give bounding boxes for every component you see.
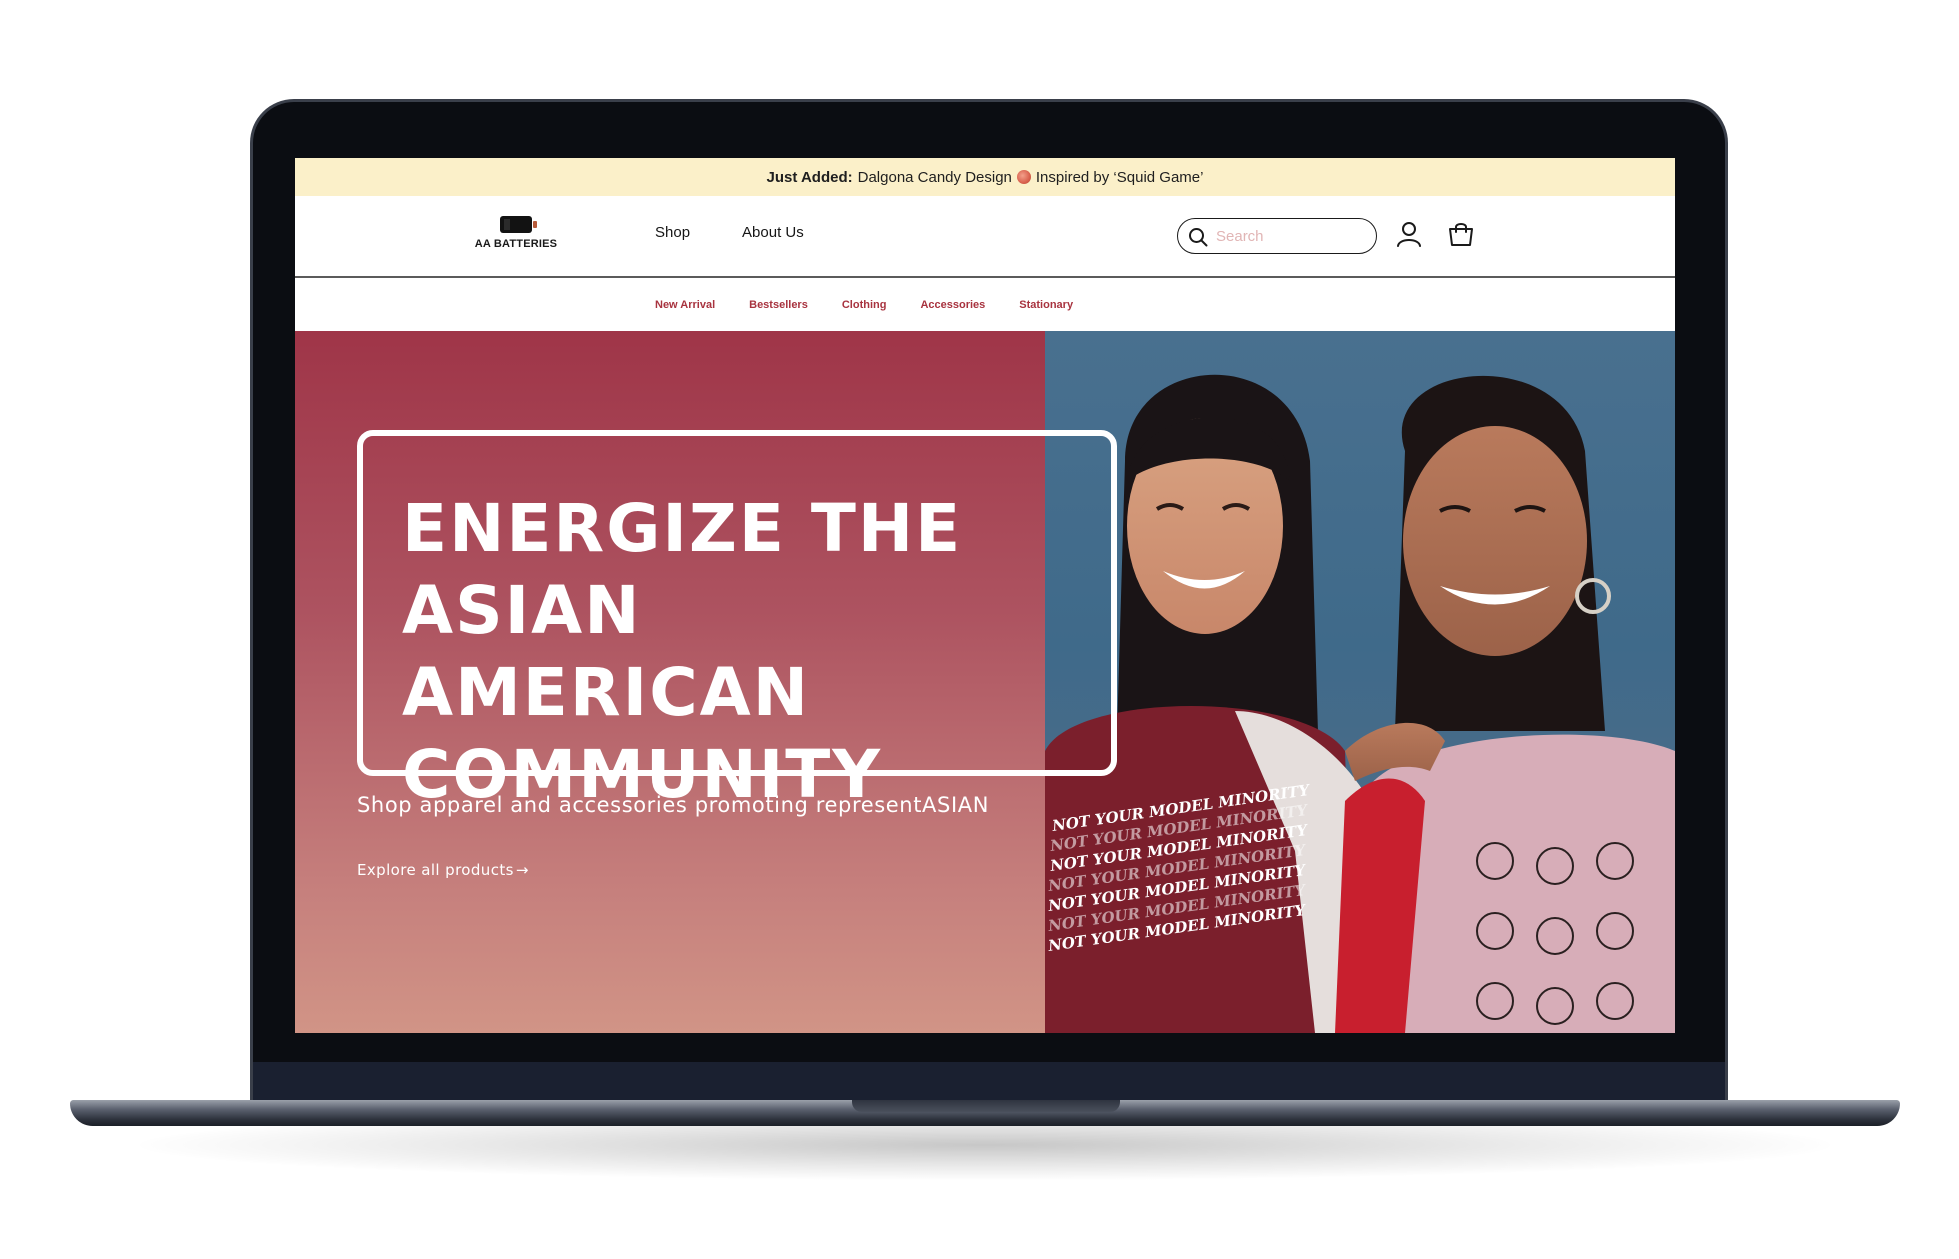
hero-subtitle: Shop apparel and accessories promoting r… [357, 793, 990, 817]
category-nav: New Arrival Bestsellers Clothing Accesso… [295, 278, 1675, 331]
arrow-right-icon: → [515, 861, 529, 879]
search-icon[interactable] [1188, 227, 1208, 247]
explore-products-label: Explore all products [357, 861, 514, 879]
site-header: AA BATTERIES Shop About Us [295, 196, 1675, 278]
account-icon[interactable] [1395, 220, 1423, 248]
shopping-bag-icon[interactable] [1447, 220, 1475, 248]
announcement-text: Dalgona Candy Design [857, 168, 1012, 186]
hero-photo-panel: NOT YOUR MODEL MINORITY NOT YOUR MODEL M… [1045, 331, 1675, 1033]
category-accessories[interactable]: Accessories [920, 299, 985, 311]
announcement-bold: Just Added: [766, 168, 853, 186]
search-input[interactable] [1214, 226, 1358, 246]
hero-title: ENERGIZE THE ASIAN AMERICAN COMMUNITY [402, 490, 963, 813]
explore-products-link[interactable]: Explore all products → [357, 861, 529, 879]
candy-icon [1016, 170, 1031, 184]
category-bestsellers[interactable]: Bestsellers [749, 299, 808, 311]
laptop-notch [852, 1100, 1120, 1112]
main-nav: Shop About Us [655, 224, 804, 241]
hero-photo: NOT YOUR MODEL MINORITY NOT YOUR MODEL M… [1045, 374, 1675, 1033]
category-stationary[interactable]: Stationary [1019, 299, 1073, 311]
search-box[interactable] [1177, 218, 1377, 254]
brand-logo[interactable]: AA BATTERIES [471, 212, 561, 262]
announcement-text-after: Inspired by ‘Squid Game’ [1035, 168, 1204, 186]
brand-name: AA BATTERIES [474, 238, 558, 250]
hero-banner: NOT YOUR MODEL MINORITY NOT YOUR MODEL M… [295, 331, 1675, 1033]
announcement-bar[interactable]: Just Added: Dalgona Candy Design Inspire… [295, 158, 1675, 196]
battery-icon [500, 216, 537, 233]
browser-screen: Just Added: Dalgona Candy Design Inspire… [295, 158, 1675, 1033]
category-clothing[interactable]: Clothing [842, 299, 887, 311]
nav-item-about-us[interactable]: About Us [742, 224, 804, 241]
nav-item-shop[interactable]: Shop [655, 224, 690, 241]
category-new-arrival[interactable]: New Arrival [655, 299, 715, 311]
